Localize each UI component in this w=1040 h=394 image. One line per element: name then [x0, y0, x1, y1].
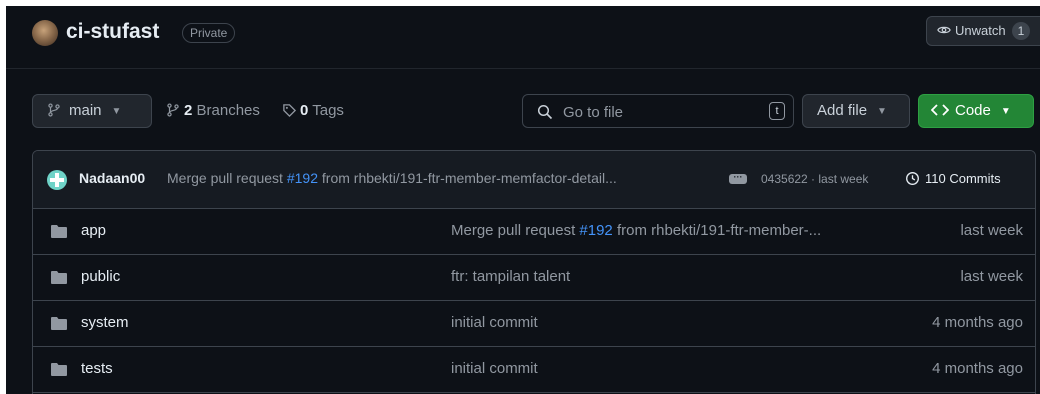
unwatch-button[interactable]: Unwatch 1	[926, 16, 1040, 46]
file-commit-time: 4 months ago	[932, 314, 1023, 331]
file-commit-message-suffix: from rhbekti/191-ftr-member-...	[612, 222, 822, 239]
chevron-down-icon: ▼	[1000, 106, 1011, 117]
pull-request-link[interactable]: #192	[287, 170, 318, 186]
unwatch-label: Unwatch	[955, 23, 1006, 38]
repo-name[interactable]: ci-stufast	[66, 20, 159, 44]
file-commit-message-prefix: Merge pull request	[451, 222, 580, 239]
pull-request-link[interactable]: #192	[579, 222, 612, 239]
file-commit-message[interactable]: Merge pull request #192 from rhbekti/191…	[451, 222, 821, 239]
tags-label: Tags	[312, 102, 344, 119]
visibility-badge: Private	[182, 23, 236, 43]
eye-icon	[937, 26, 951, 34]
file-commit-message[interactable]: initial commit	[451, 314, 538, 331]
search-icon	[537, 104, 553, 120]
file-commit-message[interactable]: initial commit	[451, 360, 538, 377]
file-commit-time: last week	[960, 222, 1023, 239]
folder-icon	[51, 271, 67, 284]
keyboard-shortcut-hint: t	[769, 102, 785, 120]
branch-icon	[48, 103, 60, 117]
add-file-label: Add file	[817, 102, 868, 119]
table-row[interactable]: app Merge pull request #192 from rhbekti…	[33, 208, 1035, 255]
folder-icon	[51, 363, 67, 376]
go-to-file-input[interactable]	[561, 95, 755, 129]
commit-message-suffix: from rhbekti/191-ftr-member-memfactor-de…	[318, 170, 617, 186]
table-row[interactable]: public ftr: tampilan talent last week	[33, 254, 1035, 301]
file-name[interactable]: public	[81, 268, 120, 285]
repo-page: ci-stufast Private Unwatch 1 main ▼ 2 Bran…	[6, 6, 1040, 394]
file-name[interactable]: app	[81, 222, 106, 239]
tag-icon	[283, 104, 297, 118]
file-name[interactable]: system	[81, 314, 129, 331]
tags-link[interactable]: 0 Tags	[282, 102, 344, 119]
tags-count: 0	[300, 102, 309, 119]
repo-header: ci-stufast Private Unwatch 1	[6, 6, 1040, 69]
code-label: Code	[955, 102, 991, 119]
branch-icon	[167, 103, 179, 117]
commit-message-prefix: Merge pull request	[167, 170, 287, 186]
go-to-file-box[interactable]: t	[522, 94, 794, 129]
table-row[interactable]: system initial commit 4 months ago	[33, 300, 1035, 347]
file-commit-message[interactable]: ftr: tampilan talent	[451, 268, 570, 285]
table-row[interactable]: tests initial commit 4 months ago	[33, 346, 1035, 393]
history-icon	[906, 172, 919, 185]
author-avatar[interactable]	[47, 170, 67, 190]
commit-message[interactable]: Merge pull request #192 from rhbekti/191…	[167, 170, 617, 186]
file-name[interactable]: tests	[81, 360, 113, 377]
expand-commit-button[interactable]: ···	[729, 173, 747, 184]
chevron-down-icon: ▼	[111, 106, 122, 117]
file-commit-time: last week	[960, 268, 1023, 285]
add-file-button[interactable]: Add file ▼	[802, 94, 910, 128]
branch-selector[interactable]: main ▼	[32, 94, 152, 128]
folder-icon	[51, 225, 67, 238]
commits-history-link[interactable]: 110 Commits	[905, 171, 1001, 186]
file-list: Nadaan00 Merge pull request #192 from rh…	[32, 150, 1036, 394]
branches-count: 2	[184, 102, 193, 119]
folder-icon	[51, 317, 67, 330]
file-commit-time: 4 months ago	[932, 360, 1023, 377]
watchers-count: 1	[1011, 22, 1031, 40]
commit-sha-time[interactable]: 0435622 · last week	[761, 172, 868, 186]
branches-label: Branches	[196, 102, 260, 119]
commit-author[interactable]: Nadaan00	[79, 170, 145, 186]
latest-commit-bar: Nadaan00 Merge pull request #192 from rh…	[33, 151, 1035, 209]
commits-count: 110 Commits	[925, 171, 1001, 186]
branch-name: main	[69, 102, 102, 119]
code-button[interactable]: Code ▼	[918, 94, 1034, 128]
code-icon	[930, 104, 950, 116]
owner-avatar[interactable]	[32, 20, 58, 46]
branches-link[interactable]: 2 Branches	[166, 102, 260, 119]
chevron-down-icon: ▼	[877, 106, 887, 117]
